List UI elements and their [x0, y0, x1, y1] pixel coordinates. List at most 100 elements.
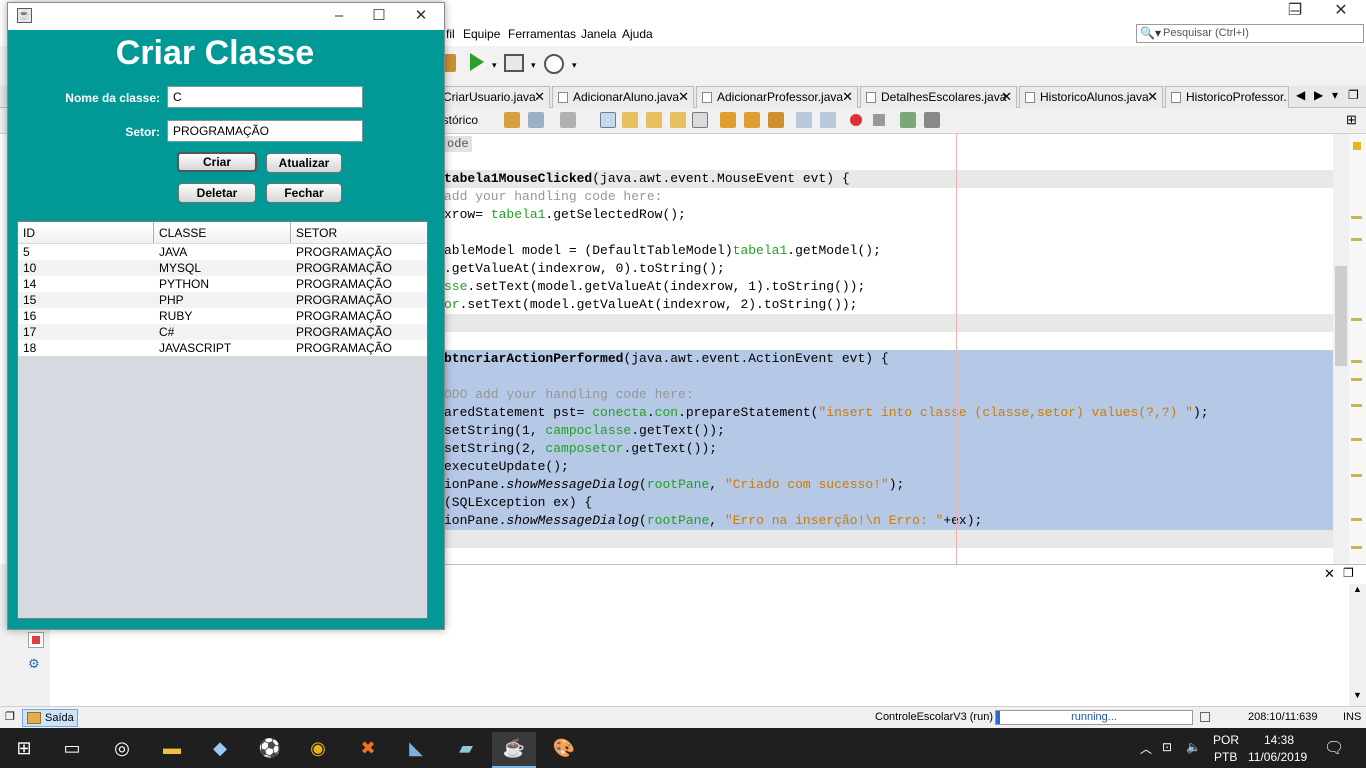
find-icon[interactable]: [600, 112, 616, 128]
clock-time[interactable]: 14:38: [1264, 733, 1294, 747]
start-button[interactable]: ⊞: [2, 732, 46, 768]
close-icon[interactable]: ✕: [1324, 566, 1335, 582]
next-bookmark-icon[interactable]: [744, 112, 760, 128]
column-header-id[interactable]: ID: [18, 222, 154, 243]
table-row[interactable]: 16 RUBY PROGRAMAÇÃO: [18, 308, 427, 324]
restore-window-icon[interactable]: ❐: [5, 710, 15, 723]
classes-table[interactable]: ID CLASSE SETOR 5 JAVA PROGRAMAÇÃO 10 MYSQL P…: [17, 221, 428, 619]
stripe-mark[interactable]: [1351, 360, 1362, 363]
tabs-restore-icon[interactable]: ❐: [1348, 88, 1359, 102]
tab-adicionaraluno[interactable]: AdicionarAluno.java ✕: [552, 86, 694, 108]
xampp-icon[interactable]: ✖: [346, 732, 390, 768]
last-edit-icon[interactable]: [504, 112, 520, 128]
delete-button[interactable]: Deletar: [178, 183, 256, 203]
java-app-icon[interactable]: ☕: [492, 732, 536, 768]
stripe-mark[interactable]: [1351, 378, 1362, 381]
shift-left-icon[interactable]: [796, 112, 812, 128]
find-next-icon[interactable]: [646, 112, 662, 128]
table-row[interactable]: 5 JAVA PROGRAMAÇÃO: [18, 244, 427, 260]
update-button[interactable]: Atualizar: [266, 153, 342, 173]
stop-output-icon[interactable]: [28, 632, 44, 648]
keyboard-layout[interactable]: PTB: [1214, 750, 1237, 764]
chrome-icon[interactable]: ◉: [296, 732, 340, 768]
debug-icon[interactable]: [504, 54, 524, 72]
tab-adicionarprofessor[interactable]: AdicionarProfessor.java ✕: [696, 86, 858, 108]
run-icon[interactable]: [470, 53, 484, 71]
restore-icon[interactable]: ❐: [1343, 566, 1354, 580]
task-view-icon[interactable]: ▭: [50, 732, 94, 768]
history-label[interactable]: istórico: [440, 113, 478, 127]
tabs-right-icon[interactable]: ▶: [1314, 88, 1323, 102]
profile-dropdown-icon[interactable]: ▾: [572, 60, 577, 71]
menu-ajuda[interactable]: Ajuda: [622, 27, 653, 41]
find-prev-icon[interactable]: [622, 112, 638, 128]
ide-restore-icon[interactable]: ❐: [1272, 0, 1318, 24]
language-indicator[interactable]: POR: [1213, 733, 1239, 747]
toggle-rect-select-icon[interactable]: [692, 112, 708, 128]
output-tab[interactable]: Saída: [22, 709, 78, 727]
maximize-icon[interactable]: ☐: [356, 3, 402, 30]
tabs-left-icon[interactable]: ◀: [1296, 88, 1305, 102]
tab-detalhesescolares[interactable]: DetalhesEscolares.java ✕: [860, 86, 1017, 108]
menu-perfil[interactable]: fil: [446, 27, 455, 41]
comment-icon[interactable]: [900, 112, 916, 128]
warning-marker-icon[interactable]: [1353, 142, 1361, 150]
shift-right-icon[interactable]: [820, 112, 836, 128]
stripe-mark[interactable]: [1351, 546, 1362, 549]
menu-ferramentas[interactable]: Ferramentas: [508, 27, 576, 41]
class-name-field[interactable]: C: [167, 86, 363, 108]
run-dropdown-icon[interactable]: ▾: [492, 60, 497, 71]
profile-icon[interactable]: [544, 54, 564, 74]
clock-date[interactable]: 11/06/2019: [1248, 750, 1307, 764]
table-row[interactable]: 14 PYTHON PROGRAMAÇÃO: [18, 276, 427, 292]
create-button[interactable]: Criar: [177, 152, 257, 172]
table-row[interactable]: 15 PHP PROGRAMAÇÃO: [18, 292, 427, 308]
progress-bar[interactable]: running...: [995, 710, 1193, 725]
prev-bookmark-icon[interactable]: [720, 112, 736, 128]
tab-criarusuario[interactable]: CriarUsuario.java ✕: [430, 86, 550, 108]
notes-app-icon[interactable]: ▰: [444, 732, 488, 768]
close-icon[interactable]: ✕: [842, 89, 853, 105]
steam-icon[interactable]: ◎: [100, 732, 144, 768]
column-header-setor[interactable]: SETOR: [291, 222, 427, 243]
close-icon[interactable]: ✕: [398, 3, 444, 30]
output-scrollbar[interactable]: ▲ ▼: [1349, 584, 1366, 706]
uncomment-icon[interactable]: [924, 112, 940, 128]
error-stripe[interactable]: [1349, 134, 1366, 564]
table-row[interactable]: 10 MYSQL PROGRAMAÇÃO: [18, 260, 427, 276]
network-icon[interactable]: ⊡: [1162, 740, 1172, 754]
back-icon[interactable]: [528, 112, 544, 128]
stripe-mark[interactable]: [1351, 318, 1362, 321]
table-row[interactable]: 18 JAVASCRIPT PROGRAMAÇÃO: [18, 340, 427, 356]
tabs-list-icon[interactable]: ▾: [1332, 88, 1338, 102]
close-button[interactable]: Fechar: [266, 183, 342, 203]
tray-chevron-icon[interactable]: ︿: [1140, 740, 1152, 757]
cancel-task-icon[interactable]: [1200, 712, 1210, 722]
mysql-workbench-icon[interactable]: ◣: [394, 732, 438, 768]
sector-field[interactable]: PROGRAMAÇÃO: [167, 120, 363, 142]
forward-icon[interactable]: [560, 112, 576, 128]
close-icon[interactable]: ✕: [1147, 89, 1158, 105]
stop-macro-icon[interactable]: [873, 114, 885, 126]
notifications-icon[interactable]: 🗨: [1324, 738, 1344, 758]
paint-icon[interactable]: 🎨: [542, 732, 586, 768]
record-macro-icon[interactable]: [850, 114, 862, 126]
stripe-mark[interactable]: [1351, 438, 1362, 441]
ide-close-icon[interactable]: ✕: [1318, 0, 1364, 24]
volume-icon[interactable]: 🔈: [1186, 740, 1201, 754]
stripe-mark[interactable]: [1351, 238, 1362, 241]
column-header-classe[interactable]: CLASSE: [154, 222, 291, 243]
stripe-mark[interactable]: [1351, 216, 1362, 219]
close-icon[interactable]: ✕: [534, 89, 545, 105]
stripe-mark[interactable]: [1351, 404, 1362, 407]
game-app-icon[interactable]: ⚽: [248, 732, 292, 768]
toggle-highlight-icon[interactable]: [670, 112, 686, 128]
close-icon[interactable]: ✕: [1001, 89, 1012, 105]
file-explorer-icon[interactable]: ▬: [150, 732, 194, 768]
editor-scrollbar-thumb[interactable]: [1335, 266, 1347, 366]
menu-equipe[interactable]: Equipe: [463, 27, 500, 41]
stripe-mark[interactable]: [1351, 474, 1362, 477]
output-settings-icon[interactable]: ⚙: [28, 656, 40, 672]
table-row[interactable]: 17 C# PROGRAMAÇÃO: [18, 324, 427, 340]
virtualbox-icon[interactable]: ◆: [198, 732, 242, 768]
